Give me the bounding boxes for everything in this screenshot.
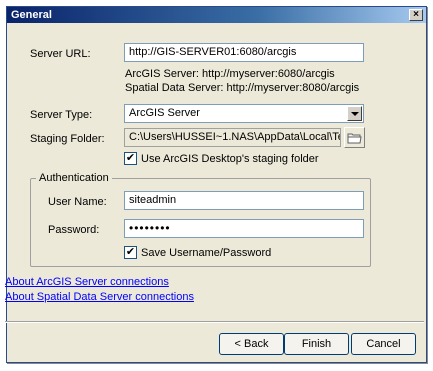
chevron-down-icon[interactable] — [347, 106, 362, 121]
username-label: User Name: — [48, 196, 107, 208]
server-url-input[interactable]: http://GIS-SERVER01:6080/arcgis — [124, 43, 364, 62]
password-input[interactable]: •••••••• — [124, 219, 364, 238]
save-credentials-checkbox[interactable]: ✔ — [124, 246, 137, 259]
folder-icon — [347, 133, 362, 144]
finish-button[interactable]: Finish — [284, 333, 349, 355]
server-url-label: Server URL: — [30, 48, 91, 60]
window-title: General — [11, 9, 52, 21]
footer-separator — [5, 321, 424, 323]
staging-checkbox[interactable]: ✔ — [124, 152, 137, 165]
staging-folder-label: Staging Folder: — [30, 133, 105, 145]
title-bar: General × — [7, 7, 426, 23]
staging-folder-input[interactable]: C:\Users\HUSSEI~1.NAS\AppData\Local\Temp… — [124, 128, 341, 147]
arcgis-server-hint: ArcGIS Server: http://myserver:6080/arcg… — [125, 68, 335, 80]
close-button[interactable]: × — [409, 9, 423, 21]
browse-folder-button[interactable] — [344, 127, 365, 148]
authentication-title: Authentication — [36, 172, 112, 184]
username-input[interactable]: siteadmin — [124, 191, 364, 210]
server-type-label: Server Type: — [30, 109, 93, 121]
spatial-server-hint: Spatial Data Server: http://myserver:808… — [125, 82, 360, 94]
cancel-button[interactable]: Cancel — [351, 333, 416, 355]
server-type-value: ArcGIS Server — [129, 107, 200, 119]
back-button[interactable]: < Back — [219, 333, 284, 355]
spatial-connections-link[interactable]: About Spatial Data Server connections — [5, 291, 194, 303]
server-type-select[interactable]: ArcGIS Server — [124, 104, 364, 123]
general-dialog: General × Server URL: http://GIS-SERVER0… — [5, 6, 427, 363]
save-credentials-label: Save Username/Password — [141, 247, 272, 259]
password-label: Password: — [48, 224, 100, 236]
arcgis-connections-link[interactable]: About ArcGIS Server connections — [5, 276, 169, 288]
staging-checkbox-label: Use ArcGIS Desktop's staging folder — [141, 153, 319, 165]
